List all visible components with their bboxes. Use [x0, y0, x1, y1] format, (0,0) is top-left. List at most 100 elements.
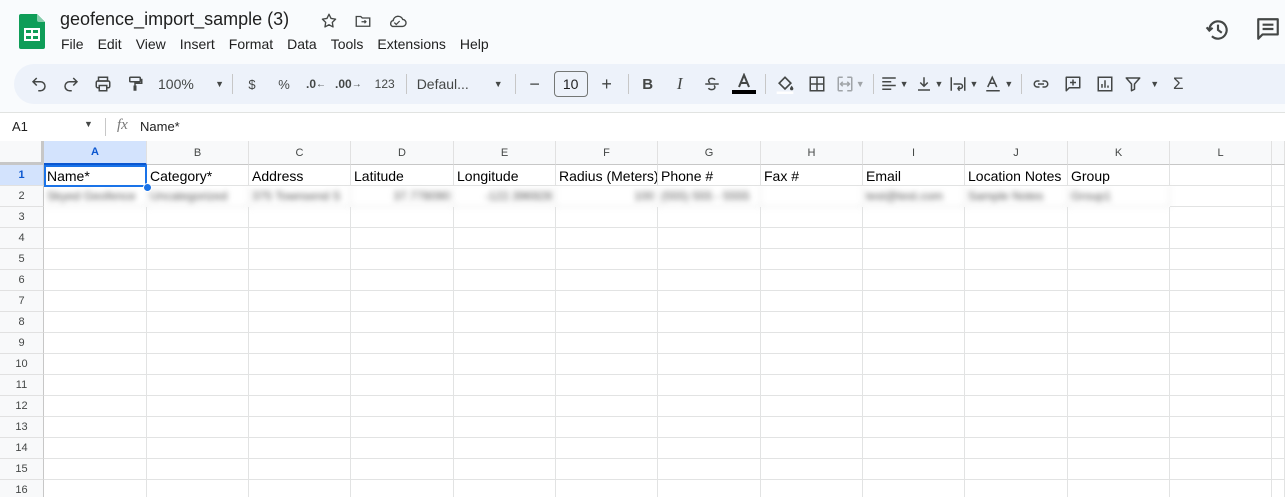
- cell[interactable]: [1068, 459, 1170, 480]
- select-all-corner[interactable]: [0, 141, 44, 165]
- cell[interactable]: [1272, 333, 1285, 354]
- cell[interactable]: [351, 207, 454, 228]
- cell[interactable]: [454, 228, 556, 249]
- zoom-select[interactable]: 100% ▼: [154, 70, 224, 98]
- cell[interactable]: [249, 333, 351, 354]
- data-cell[interactable]: 100: [556, 186, 658, 207]
- cell[interactable]: [454, 333, 556, 354]
- cell[interactable]: [761, 375, 863, 396]
- cell[interactable]: [351, 312, 454, 333]
- cell[interactable]: [454, 438, 556, 459]
- cell[interactable]: [249, 438, 351, 459]
- bold-icon[interactable]: B: [635, 70, 661, 98]
- menu-edit[interactable]: Edit: [91, 35, 129, 53]
- cell[interactable]: [556, 438, 658, 459]
- cell[interactable]: [965, 228, 1068, 249]
- cell[interactable]: [1068, 333, 1170, 354]
- menu-format[interactable]: Format: [222, 35, 280, 53]
- cell[interactable]: [351, 396, 454, 417]
- cell[interactable]: [1170, 333, 1272, 354]
- cell[interactable]: [556, 417, 658, 438]
- cell[interactable]: [658, 354, 761, 375]
- borders-icon[interactable]: [804, 70, 830, 98]
- cell[interactable]: [147, 438, 249, 459]
- cell[interactable]: [1170, 186, 1272, 207]
- cell[interactable]: [147, 291, 249, 312]
- cell[interactable]: [44, 207, 147, 228]
- cell[interactable]: [1068, 354, 1170, 375]
- cell[interactable]: [556, 228, 658, 249]
- column-header-e[interactable]: E: [454, 141, 556, 165]
- cell[interactable]: [658, 417, 761, 438]
- text-rotation-icon[interactable]: ▼: [984, 70, 1013, 98]
- fill-handle[interactable]: [143, 183, 152, 192]
- redo-icon[interactable]: [58, 70, 84, 98]
- data-cell[interactable]: test@test.com: [863, 186, 965, 207]
- sheets-logo-icon[interactable]: [19, 14, 45, 49]
- more-formats-button[interactable]: 123: [372, 70, 398, 98]
- cell[interactable]: [1272, 291, 1285, 312]
- header-cell[interactable]: Location Notes: [965, 165, 1068, 186]
- cell[interactable]: [1272, 249, 1285, 270]
- cell[interactable]: [249, 480, 351, 497]
- cell[interactable]: [556, 270, 658, 291]
- cell[interactable]: [249, 417, 351, 438]
- cell[interactable]: [658, 228, 761, 249]
- header-cell[interactable]: Phone #: [658, 165, 761, 186]
- cell[interactable]: [147, 312, 249, 333]
- cell[interactable]: [1272, 228, 1285, 249]
- cell[interactable]: [351, 459, 454, 480]
- cell[interactable]: [147, 354, 249, 375]
- cell[interactable]: [761, 228, 863, 249]
- cell[interactable]: [1272, 270, 1285, 291]
- row-header-14[interactable]: 14: [0, 438, 44, 459]
- row-header-15[interactable]: 15: [0, 459, 44, 480]
- cell[interactable]: [1170, 480, 1272, 497]
- cell[interactable]: [147, 228, 249, 249]
- cell[interactable]: [147, 459, 249, 480]
- menu-data[interactable]: Data: [280, 35, 324, 53]
- merge-cells-icon[interactable]: ▼: [836, 70, 865, 98]
- font-size-input[interactable]: 10: [553, 71, 588, 97]
- cell[interactable]: [1170, 207, 1272, 228]
- cell[interactable]: [44, 480, 147, 497]
- cell[interactable]: [965, 438, 1068, 459]
- cell[interactable]: [44, 354, 147, 375]
- cell[interactable]: [965, 417, 1068, 438]
- cell[interactable]: [1170, 312, 1272, 333]
- cell[interactable]: [1170, 375, 1272, 396]
- cell[interactable]: [965, 291, 1068, 312]
- cell[interactable]: [556, 396, 658, 417]
- header-cell[interactable]: Address: [249, 165, 351, 186]
- cell[interactable]: [147, 417, 249, 438]
- cell[interactable]: [556, 312, 658, 333]
- cell[interactable]: [1068, 228, 1170, 249]
- cell[interactable]: [44, 270, 147, 291]
- menu-extensions[interactable]: Extensions: [370, 35, 452, 53]
- cell[interactable]: [863, 459, 965, 480]
- menu-view[interactable]: View: [129, 35, 173, 53]
- row-header-9[interactable]: 9: [0, 333, 44, 354]
- cell[interactable]: [1170, 438, 1272, 459]
- cell[interactable]: [863, 354, 965, 375]
- cell[interactable]: [1170, 249, 1272, 270]
- cell[interactable]: [1272, 480, 1285, 497]
- cell[interactable]: [249, 396, 351, 417]
- cell[interactable]: [147, 396, 249, 417]
- row-header-13[interactable]: 13: [0, 417, 44, 438]
- cell[interactable]: [863, 228, 965, 249]
- row-header-10[interactable]: 10: [0, 354, 44, 375]
- data-cell[interactable]: 375 Townsend S: [249, 186, 351, 207]
- cell[interactable]: [44, 249, 147, 270]
- cell[interactable]: [761, 333, 863, 354]
- cell[interactable]: [658, 270, 761, 291]
- cell[interactable]: [1272, 312, 1285, 333]
- increase-font-size-icon[interactable]: +: [594, 70, 620, 98]
- header-cell[interactable]: Radius (Meters): [556, 165, 658, 186]
- cell[interactable]: [658, 291, 761, 312]
- cell[interactable]: [351, 375, 454, 396]
- spreadsheet-grid[interactable]: A B C D E F G H I J K L 1 Name* Category* Address Latitu…: [0, 141, 1285, 497]
- cell[interactable]: [556, 333, 658, 354]
- cell[interactable]: [454, 291, 556, 312]
- cell[interactable]: [249, 375, 351, 396]
